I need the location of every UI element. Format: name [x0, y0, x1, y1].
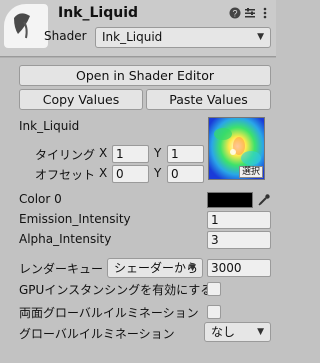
tiling-x-field[interactable]: 1 [112, 145, 149, 163]
texture-select-button[interactable]: 選択 [238, 166, 263, 178]
alpha-intensity-field[interactable]: 3 [207, 231, 271, 249]
emission-intensity-field[interactable]: 1 [207, 211, 271, 229]
context-menu-icon[interactable] [259, 7, 271, 19]
double-sided-gi-label: 両面グローバルイルミネーション [19, 306, 199, 320]
offset-x-field[interactable]: 0 [112, 165, 149, 183]
texture-slot[interactable]: 選択 [208, 117, 265, 180]
open-shader-editor-button[interactable]: Open in Shader Editor [19, 65, 271, 86]
emission-intensity-label: Emission_Intensity [19, 212, 131, 226]
render-queue-dropdown-value: シェーダーから [114, 261, 199, 275]
chevron-down-icon: ▼ [257, 327, 264, 337]
gpu-instancing-checkbox[interactable] [207, 282, 221, 296]
shader-label: Shader [44, 29, 87, 43]
offset-y-field[interactable]: 0 [167, 165, 204, 183]
chevron-down-icon: ▼ [189, 263, 196, 273]
offset-y-label: Y [154, 166, 162, 180]
material-title: Ink_Liquid [58, 5, 139, 21]
ink-drop-preview-icon [14, 13, 30, 39]
offset-label: オフセット [35, 168, 96, 182]
gpu-instancing-label: GPUインスタンシングを有効にする [19, 283, 213, 297]
offset-x-label: X [99, 166, 108, 180]
render-queue-dropdown[interactable]: シェーダーから ▼ [107, 258, 203, 278]
svg-text:?: ? [232, 9, 237, 19]
color0-label: Color 0 [19, 192, 62, 206]
global-illumination-dropdown-value: なし [211, 325, 236, 339]
shader-dropdown[interactable]: Ink_Liquid ▼ [95, 27, 271, 48]
chevron-down-icon: ▼ [257, 32, 264, 42]
shader-dropdown-value: Ink_Liquid [102, 30, 163, 44]
color0-swatch[interactable] [207, 192, 253, 208]
help-icon[interactable]: ? [229, 7, 241, 19]
double-sided-gi-checkbox[interactable] [207, 305, 221, 319]
material-preview-thumbnail[interactable] [4, 4, 48, 48]
texture-property-label: Ink_Liquid [19, 119, 80, 133]
global-illumination-dropdown[interactable]: なし ▼ [204, 322, 271, 342]
render-queue-label: レンダーキュー [19, 262, 104, 276]
alpha-intensity-label: Alpha_Intensity [19, 232, 112, 246]
header-divider [0, 57, 276, 58]
render-queue-value-field[interactable]: 3000 [207, 259, 271, 277]
global-illumination-label: グローバルイルミネーション [19, 327, 175, 341]
tiling-x-label: X [99, 146, 108, 160]
eyedropper-icon[interactable] [257, 193, 271, 207]
paste-values-button[interactable]: Paste Values [146, 89, 271, 110]
copy-values-button[interactable]: Copy Values [19, 89, 143, 110]
tiling-label: タイリング [35, 148, 96, 162]
tiling-y-label: Y [154, 146, 162, 160]
preset-sliders-icon[interactable] [244, 7, 256, 19]
tiling-y-field[interactable]: 1 [167, 145, 204, 163]
